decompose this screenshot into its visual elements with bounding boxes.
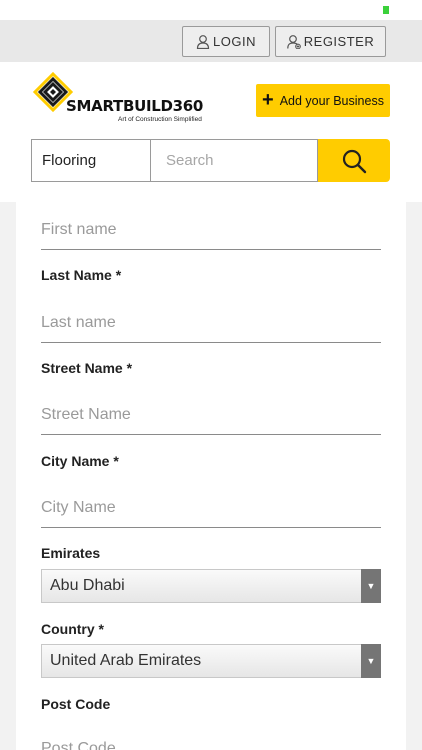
add-business-button[interactable]: + Add your Business	[256, 84, 390, 117]
street-name-input[interactable]	[41, 395, 381, 435]
last-name-input[interactable]	[41, 303, 381, 343]
user-add-icon	[286, 35, 301, 49]
last-name-label: Last Name *	[41, 267, 122, 283]
post-code-input[interactable]	[41, 729, 381, 750]
login-label: LOGIN	[213, 34, 256, 49]
category-select[interactable]: Flooring	[31, 139, 151, 182]
register-label: REGISTER	[303, 34, 375, 49]
search-bar: Flooring	[31, 139, 390, 182]
smartbuild360-logo[interactable]: SMARTBUILD360 Art of Construction Simpli…	[33, 72, 203, 128]
brand-name: SMARTBUILD360	[66, 97, 204, 115]
first-name-input[interactable]	[41, 210, 381, 250]
plus-icon: +	[262, 88, 274, 111]
dropdown-arrow-icon: ▼	[361, 569, 381, 603]
dropdown-arrow-icon: ▼	[361, 644, 381, 678]
street-name-label: Street Name *	[41, 360, 133, 376]
country-select[interactable]: United Arab Emirates ▼	[41, 644, 381, 678]
search-input[interactable]	[150, 139, 318, 182]
country-label: Country *	[41, 621, 104, 637]
country-value: United Arab Emirates	[50, 652, 202, 669]
site-header: SMARTBUILD360 Art of Construction Simpli…	[0, 62, 422, 202]
status-bar	[0, 0, 422, 20]
brand-tagline: Art of Construction Simplified	[118, 116, 202, 123]
add-business-label: Add your Business	[279, 93, 384, 108]
search-button[interactable]	[318, 139, 390, 182]
battery-indicator-icon	[383, 6, 389, 14]
city-name-input[interactable]	[41, 488, 381, 528]
register-button[interactable]: REGISTER	[275, 26, 386, 57]
emirates-value: Abu Dhabi	[50, 577, 125, 594]
registration-form: Last Name * Street Name * City Name * Em…	[16, 202, 406, 750]
auth-bar: LOGIN REGISTER	[0, 20, 422, 62]
post-code-label: Post Code	[41, 696, 111, 712]
emirates-label: Emirates	[41, 545, 101, 561]
emirates-select[interactable]: Abu Dhabi ▼	[41, 569, 381, 603]
user-icon	[196, 35, 210, 49]
search-icon	[342, 149, 367, 173]
login-button[interactable]: LOGIN	[182, 26, 270, 57]
city-name-label: City Name *	[41, 453, 119, 469]
category-value: Flooring	[42, 152, 97, 169]
